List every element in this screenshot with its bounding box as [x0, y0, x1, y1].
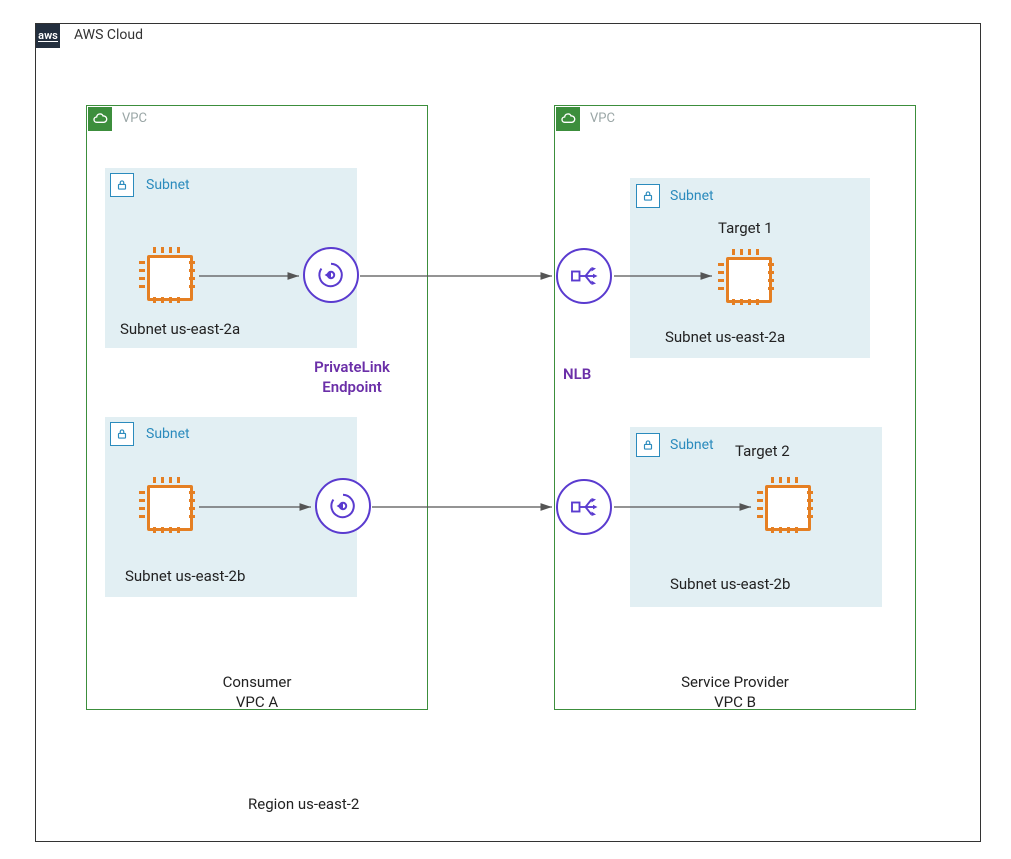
vpc-a-icon	[88, 107, 112, 131]
compute-chip-icon	[716, 247, 776, 307]
vpc-a-caption: Consumer VPC A	[86, 672, 428, 713]
nlb-label: NLB	[563, 365, 591, 383]
vpc-a-subnet-top-icon	[110, 173, 134, 197]
aws-cloud-label: AWS Cloud	[74, 27, 143, 43]
vpc-a-subnet-bottom-icon	[110, 422, 134, 446]
vpc-b-subnet-bottom-icon	[636, 433, 660, 457]
compute-chip-icon	[755, 475, 815, 535]
nlb-icon	[556, 248, 612, 304]
vpc-b-icon	[556, 107, 580, 131]
cloud-icon	[92, 111, 108, 127]
vpc-a-subnet-top-zone: Subnet us-east-2a	[120, 320, 240, 338]
vpc-b-target-2-label: Target 2	[735, 442, 790, 460]
lock-icon	[641, 438, 655, 452]
vpc-b-subnet-bottom-zone: Subnet us-east-2b	[670, 575, 790, 593]
vpc-b-subnet-bottom-label: Subnet	[670, 437, 714, 453]
vpc-b-caption: Service Provider VPC B	[554, 672, 916, 713]
vpc-b-target-1-label: Target 1	[718, 219, 773, 237]
vpc-a-badge-label: VPC	[122, 111, 147, 126]
nlb-icon	[556, 479, 612, 535]
compute-chip-icon	[137, 475, 197, 535]
vpc-b-subnet-top-label: Subnet	[670, 188, 714, 204]
vpc-a-subnet-bottom-zone: Subnet us-east-2b	[125, 567, 245, 585]
compute-chip-icon	[137, 245, 197, 305]
diagram-canvas: aws AWS Cloud VPC Subnet Subnet us-east-…	[0, 0, 1011, 859]
vpc-b-subnet-top-icon	[636, 184, 660, 208]
privatelink-endpoint-icon	[315, 478, 371, 534]
vpc-a-subnet-bottom-label: Subnet	[146, 426, 190, 442]
vpc-b-badge-label: VPC	[590, 111, 615, 126]
lock-icon	[115, 427, 129, 441]
privatelink-endpoint-label: PrivateLink Endpoint	[302, 358, 402, 397]
region-label: Region us-east-2	[248, 795, 359, 813]
privatelink-endpoint-icon	[303, 247, 359, 303]
aws-logo-icon: aws	[36, 24, 60, 48]
vpc-a-subnet-top-label: Subnet	[146, 177, 190, 193]
vpc-b-subnet-top-zone: Subnet us-east-2a	[665, 328, 785, 346]
lock-icon	[641, 189, 655, 203]
cloud-icon	[560, 111, 576, 127]
lock-icon	[115, 178, 129, 192]
